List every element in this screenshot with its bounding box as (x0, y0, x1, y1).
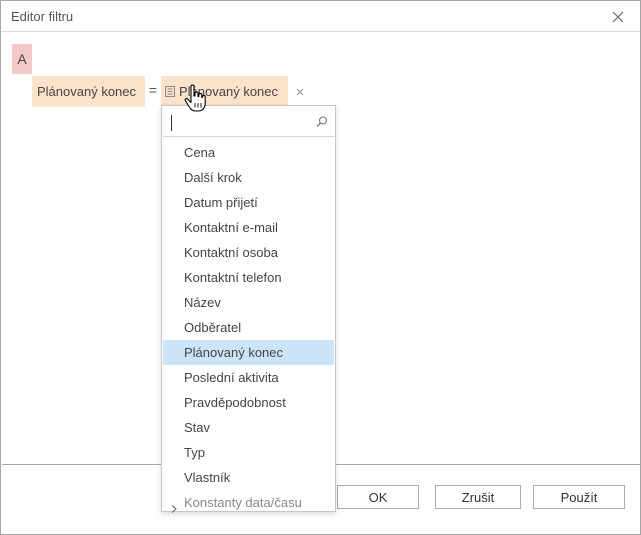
close-icon[interactable] (608, 7, 628, 27)
dropdown-item[interactable]: Datum přijetí (163, 190, 334, 215)
field-list: Cena Další krok Datum přijetí Kontaktní e-m… (163, 140, 334, 515)
condition-value[interactable]: Plánovaný konec (161, 76, 288, 107)
text-caret (171, 115, 172, 131)
dropdown-item[interactable]: Pravděpodobnost (163, 390, 334, 415)
window-title: Editor filtru (11, 9, 74, 24)
dropdown-item[interactable]: Vlastník (163, 465, 334, 490)
remove-icon[interactable] (293, 85, 307, 99)
dropdown-item[interactable]: Poslední aktivita (163, 365, 334, 390)
dropdown-item[interactable]: Plánovaný konec (163, 340, 334, 365)
field-list-icon (161, 76, 179, 107)
dropdown-item[interactable]: Kontaktní e-mail (163, 215, 334, 240)
dropdown-search-box (163, 107, 334, 137)
condition-field[interactable]: Plánovaný konec (32, 76, 145, 107)
dropdown-item[interactable]: Odběratel (163, 315, 334, 340)
search-icon[interactable] (315, 115, 329, 129)
title-bar: Editor filtru (1, 1, 640, 32)
dropdown-item[interactable]: Stav (163, 415, 334, 440)
condition-operator[interactable]: = (147, 82, 159, 102)
dropdown-group-label: Konstanty data/času (184, 495, 302, 510)
cancel-button[interactable]: Zrušit (435, 485, 521, 509)
apply-button[interactable]: Použít (533, 485, 625, 509)
dropdown-item[interactable]: Kontaktní telefon (163, 265, 334, 290)
dropdown-item[interactable]: Název (163, 290, 334, 315)
ok-button[interactable]: OK (337, 485, 419, 509)
field-dropdown: Cena Další krok Datum přijetí Kontaktní e-m… (161, 105, 336, 515)
group-operator[interactable]: A (12, 44, 32, 74)
dropdown-item[interactable]: Typ (163, 440, 334, 465)
condition-value-label: Plánovaný konec (179, 84, 279, 99)
chevron-right-icon[interactable] (169, 497, 179, 513)
dropdown-group-datetime-constants[interactable]: Konstanty data/času (163, 490, 334, 515)
search-input[interactable] (167, 111, 312, 133)
dropdown-item[interactable]: Další krok (163, 165, 334, 190)
dropdown-item[interactable]: Cena (163, 140, 334, 165)
dropdown-item[interactable]: Kontaktní osoba (163, 240, 334, 265)
